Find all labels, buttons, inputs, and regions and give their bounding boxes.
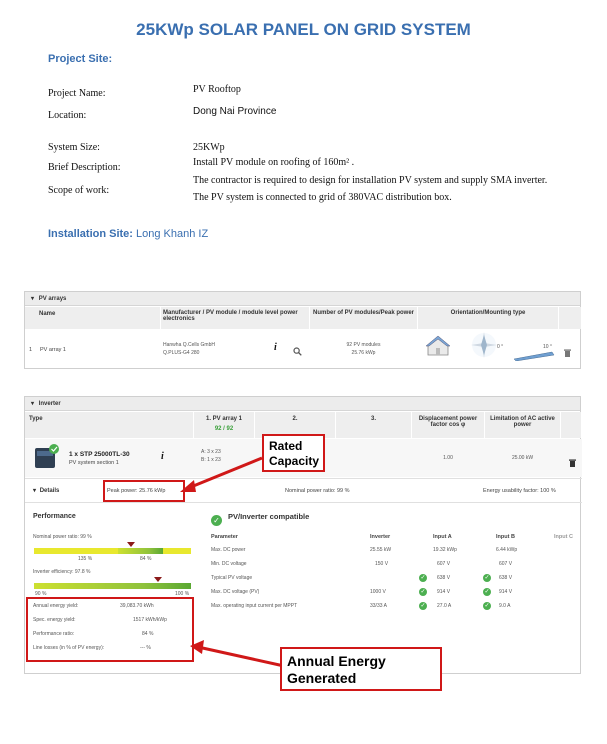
- rated-callout-line1: Rated: [269, 439, 303, 453]
- annual-callout-line2: Generated: [287, 670, 357, 686]
- rated-arrow: [185, 456, 263, 491]
- callout-arrows: [180, 456, 285, 668]
- rated-capacity-callout: Rated Capacity: [262, 434, 325, 472]
- annual-arrow: [197, 645, 285, 668]
- annual-callout-line1: Annual Energy: [287, 653, 386, 669]
- rated-arrowhead: [180, 480, 196, 492]
- rated-callout-line2: Capacity: [269, 454, 320, 468]
- annual-arrowhead: [190, 640, 204, 654]
- annual-energy-callout: Annual Energy Generated: [280, 647, 442, 691]
